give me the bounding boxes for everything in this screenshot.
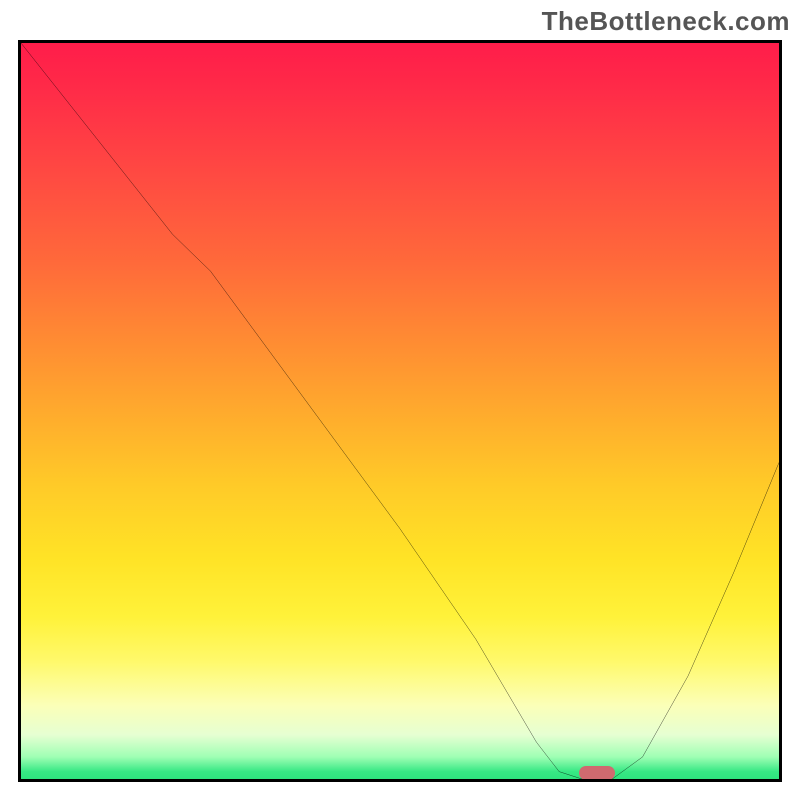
bottleneck-curve — [21, 43, 779, 779]
optimal-marker — [579, 766, 615, 780]
watermark-text: TheBottleneck.com — [542, 6, 790, 37]
plot-area — [18, 40, 782, 782]
curve-svg — [21, 43, 779, 779]
chart-stage: TheBottleneck.com — [0, 0, 800, 800]
